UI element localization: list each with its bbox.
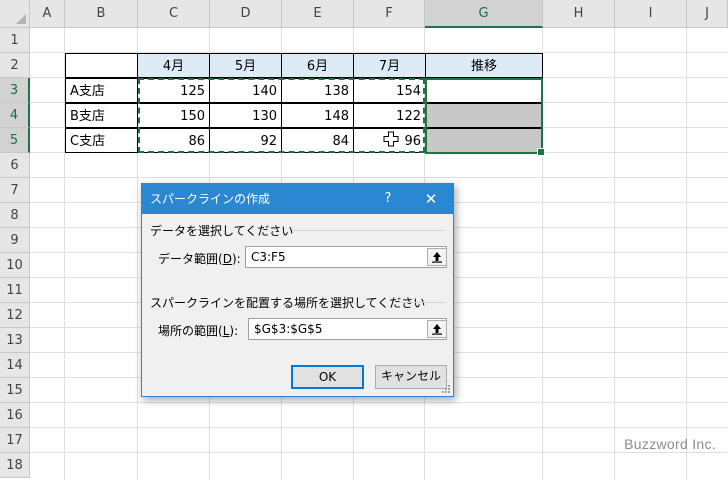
cell-g5[interactable] [425, 128, 543, 153]
collapse-arrow-icon [432, 324, 442, 335]
row-header-4[interactable]: 4 [0, 103, 30, 128]
column-header-a[interactable]: A [30, 0, 65, 28]
column-header-b[interactable]: B [65, 0, 138, 28]
watermark: Buzzword Inc. [624, 436, 716, 452]
row-header-7[interactable]: 7 [0, 178, 30, 203]
row-header-1[interactable]: 1 [0, 28, 30, 53]
row-header-2[interactable]: 2 [0, 53, 30, 78]
row-header-14[interactable]: 14 [0, 353, 30, 378]
row-header-11[interactable]: 11 [0, 278, 30, 303]
cancel-button[interactable]: キャンセル [375, 365, 447, 389]
location-range-input[interactable]: $G$3:$G$5 [248, 318, 447, 340]
cell-c2[interactable]: 4月 [137, 53, 210, 78]
create-sparklines-dialog: スパークラインの作成 ? ✕ データを選択してください データ範囲(D): C3… [141, 183, 454, 397]
row-header-15[interactable]: 15 [0, 378, 30, 403]
cell-b5[interactable]: C支店 [65, 128, 138, 153]
cell-d5[interactable]: 92 [209, 128, 282, 153]
row-header-5[interactable]: 5 [0, 128, 30, 153]
cell-b3[interactable]: A支店 [65, 78, 138, 103]
row-header-13[interactable]: 13 [0, 328, 30, 353]
row-header-18[interactable]: 18 [0, 453, 30, 478]
gridline [30, 177, 728, 178]
data-range-label: データ範囲(D): [158, 252, 241, 266]
location-range-label: 場所の範囲(L): [158, 324, 239, 338]
cell-c3[interactable]: 125 [137, 78, 210, 103]
cell-d2[interactable]: 5月 [209, 53, 282, 78]
divider [292, 230, 444, 231]
cell-e4[interactable]: 148 [281, 103, 354, 128]
cell-c4[interactable]: 150 [137, 103, 210, 128]
cell-c5[interactable]: 86 [137, 128, 210, 153]
cell-e5[interactable]: 84 [281, 128, 354, 153]
cell-b4[interactable]: B支店 [65, 103, 138, 128]
column-header-e[interactable]: E [282, 0, 354, 28]
row-header-9[interactable]: 9 [0, 228, 30, 253]
column-header-h[interactable]: H [543, 0, 615, 28]
row-header-16[interactable]: 16 [0, 403, 30, 428]
dialog-title: スパークラインの作成 [150, 192, 271, 206]
gridline [686, 28, 687, 480]
cell-f3[interactable]: 154 [353, 78, 426, 103]
dialog-titlebar[interactable]: スパークラインの作成 ? ✕ [142, 184, 453, 214]
data-section-label: データを選択してください [150, 224, 294, 238]
cell-d4[interactable]: 130 [209, 103, 282, 128]
location-range-collapse-button[interactable] [427, 320, 447, 338]
row-header-17[interactable]: 17 [0, 428, 30, 453]
close-button[interactable]: ✕ [418, 184, 444, 214]
cell-b2[interactable] [65, 53, 138, 78]
column-header-d[interactable]: D [210, 0, 282, 28]
select-all-corner[interactable] [0, 0, 30, 28]
cell-d3[interactable]: 140 [209, 78, 282, 103]
cell-g4[interactable] [425, 103, 543, 128]
gridline [30, 452, 728, 453]
ok-button[interactable]: OK [291, 365, 364, 389]
cell-e2[interactable]: 6月 [281, 53, 354, 78]
divider [400, 302, 446, 303]
cell-g3[interactable] [425, 78, 543, 103]
cell-g2[interactable]: 推移 [425, 53, 543, 78]
column-header-c[interactable]: C [138, 0, 210, 28]
column-header-j[interactable]: J [687, 0, 728, 28]
cross-cursor-icon [383, 131, 399, 147]
row-header-6[interactable]: 6 [0, 153, 30, 178]
data-range-collapse-button[interactable] [427, 248, 447, 266]
resize-grip-icon[interactable] [441, 384, 451, 394]
column-header-i[interactable]: I [615, 0, 687, 28]
cell-f2[interactable]: 7月 [353, 53, 426, 78]
gridline [30, 427, 728, 428]
column-header-f[interactable]: F [354, 0, 425, 28]
collapse-arrow-icon [432, 252, 442, 263]
gridline [614, 28, 615, 480]
row-header-10[interactable]: 10 [0, 253, 30, 278]
row-header-8[interactable]: 8 [0, 203, 30, 228]
cell-e3[interactable]: 138 [281, 78, 354, 103]
help-button[interactable]: ? [378, 184, 398, 214]
cell-f4[interactable]: 122 [353, 103, 426, 128]
column-header-g[interactable]: G [425, 0, 543, 28]
row-header-12[interactable]: 12 [0, 303, 30, 328]
data-range-input[interactable]: C3:F5 [245, 246, 447, 268]
row-header-3[interactable]: 3 [0, 78, 30, 103]
location-section-label: スパークラインを配置する場所を選択してください [150, 296, 426, 310]
gridline [30, 402, 728, 403]
